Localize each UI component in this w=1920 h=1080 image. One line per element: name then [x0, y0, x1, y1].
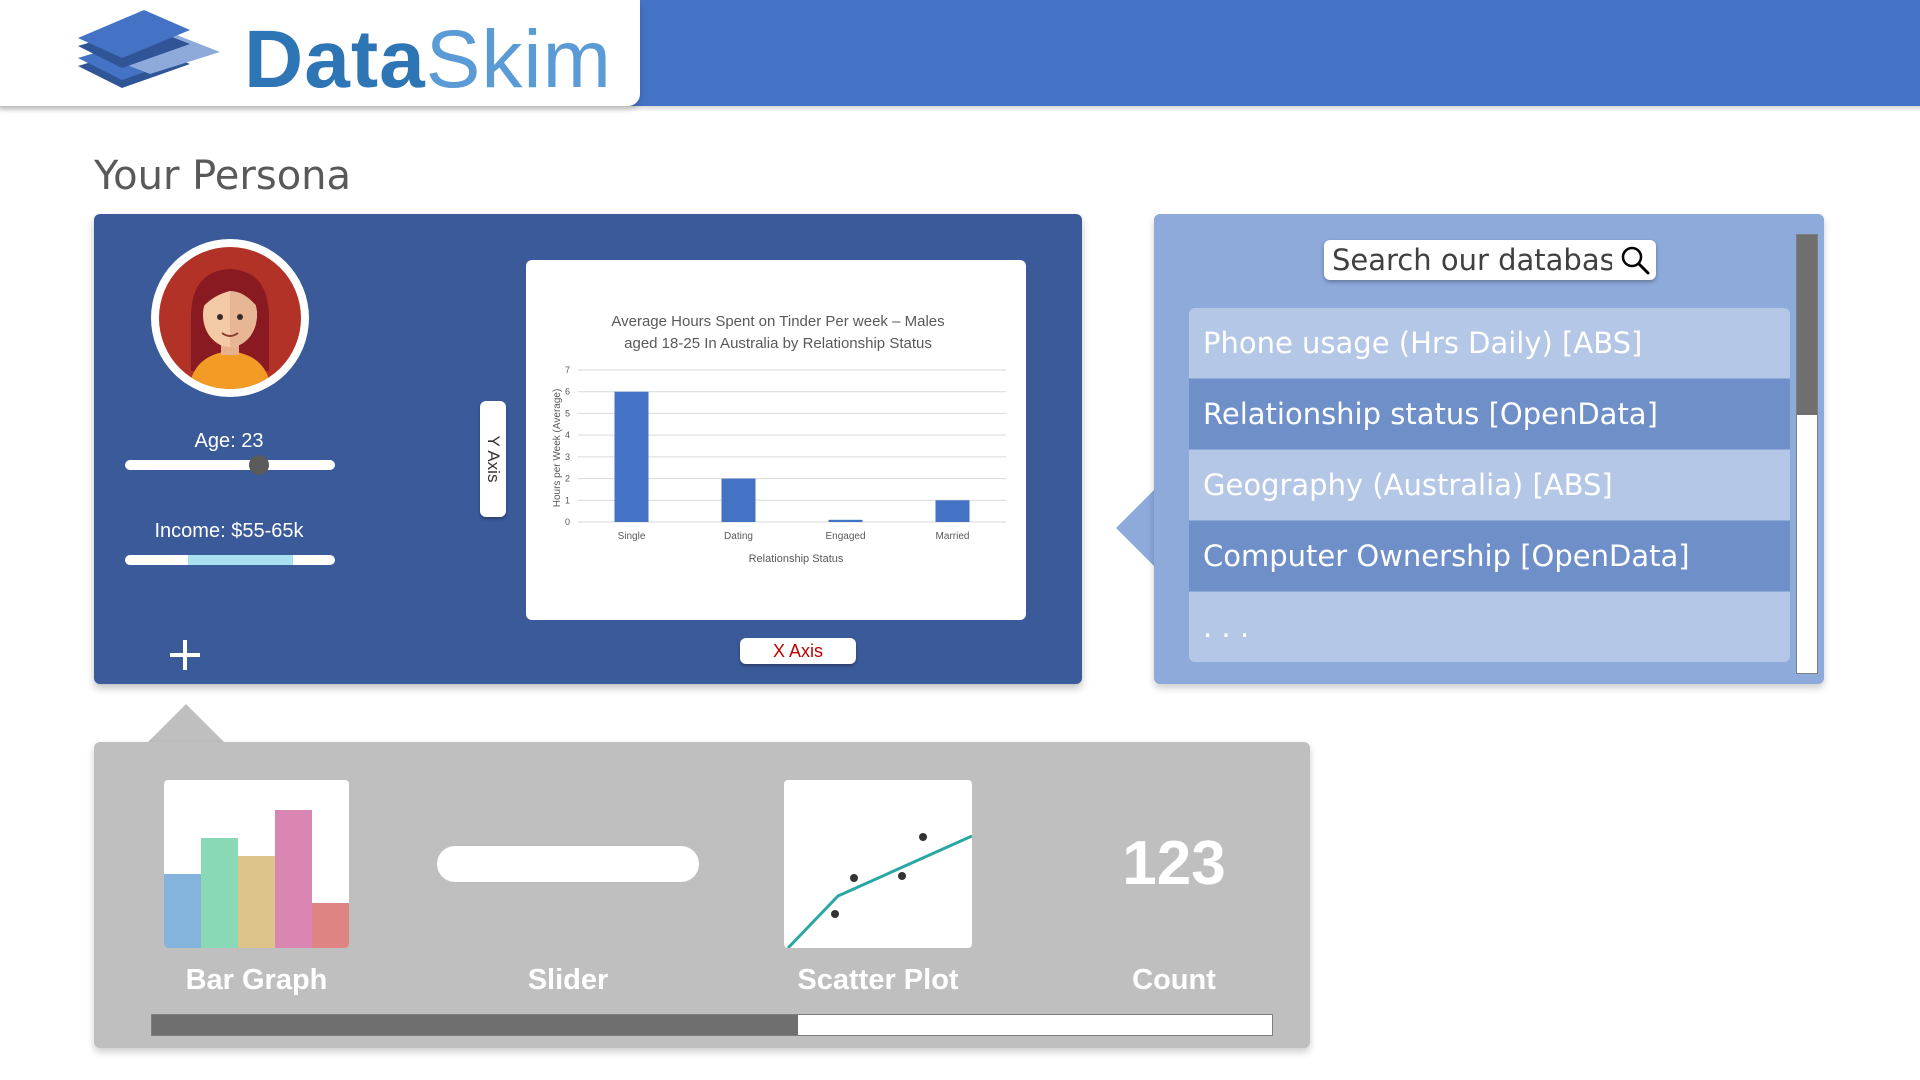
scatter-plot-widget-graphic [786, 833, 972, 948]
age-slider-handle[interactable] [249, 455, 270, 475]
slider-widget-label: Slider [527, 964, 609, 996]
chart-card: Average Hours Spent on Tinder Per week –… [526, 260, 1026, 620]
bar-graph-widget-bar [275, 810, 312, 948]
chart-y-axis-label: Hours per Week (Average) [552, 389, 563, 508]
palette-pointer [148, 704, 224, 742]
chart-y-tick-label: 1 [565, 495, 570, 505]
chart-x-tick-label: Married [936, 531, 970, 542]
palette-scrollbar[interactable] [151, 1014, 1273, 1036]
list-item[interactable]: Phone usage (Hrs Daily) [ABS] [1189, 308, 1790, 378]
chart-x-tick-label: Single [618, 531, 646, 542]
palette-scrollbar-thumb[interactable] [152, 1015, 798, 1035]
chart-bar [614, 391, 649, 522]
chart-y-tick-label: 3 [565, 452, 570, 462]
list-item-more[interactable]: . . . [1189, 592, 1790, 662]
chart-y-tick-label: 0 [565, 517, 570, 527]
search-scrollbar-thumb[interactable] [1797, 235, 1817, 415]
chart-title-line-2: aged 18-25 In Australia by Relationship … [624, 335, 932, 352]
logo-panel[interactable]: DataSkim [0, 0, 640, 106]
y-axis-button-label: Y Axis [484, 435, 503, 483]
widget-palette: Bar Graph Slider Scatter Plot 123 Count [94, 742, 1310, 1048]
search-panel-pointer [1116, 488, 1156, 568]
bar-graph-widget-label: Bar Graph [185, 964, 328, 996]
bar-graph-widget-bar [312, 903, 349, 948]
chart-title-line-1: Average Hours Spent on Tinder Per week –… [611, 313, 944, 330]
logo-text-bold: Data [244, 14, 426, 105]
chart-bar [721, 478, 756, 522]
bar-graph-widget[interactable] [164, 780, 349, 948]
magnifier-icon[interactable] [1620, 245, 1650, 275]
chart-y-tick-label: 2 [565, 474, 570, 484]
scatter-plot-widget-label: Scatter Plot [797, 964, 959, 996]
logo-text: DataSkim [244, 10, 612, 110]
chart-y-tick-label: 7 [565, 365, 570, 375]
y-axis-button[interactable]: Y Axis [480, 401, 506, 517]
page-title: Your Persona [94, 153, 352, 199]
scatter-plot-widget[interactable] [784, 780, 972, 948]
x-axis-button[interactable]: X Axis [740, 638, 856, 664]
age-slider-label: Age: 23 [194, 430, 264, 452]
income-range-selection[interactable] [188, 555, 293, 565]
chart-y-tick-label: 5 [565, 408, 570, 418]
slider-widget[interactable] [437, 846, 699, 882]
list-item[interactable]: Computer Ownership [OpenData] [1189, 521, 1790, 591]
search-panel: Phone usage (Hrs Daily) [ABS] Relationsh… [1154, 214, 1824, 684]
bar-graph-widget-bar [201, 838, 238, 948]
count-widget[interactable]: 123 [1094, 828, 1254, 899]
female-avatar-icon [189, 269, 271, 389]
chart-bar [935, 500, 970, 522]
logo-text-light: Skim [425, 14, 612, 105]
search-box[interactable] [1324, 240, 1656, 280]
chart-x-axis-label: Relationship Status [749, 553, 844, 565]
avatar[interactable] [151, 239, 309, 397]
database-list: Phone usage (Hrs Daily) [ABS] Relationsh… [1189, 308, 1790, 663]
chart-y-tick-label: 6 [565, 387, 570, 397]
income-slider-label: Income: $55-65k [154, 520, 304, 542]
bar-chart: Average Hours Spent on Tinder Per week –… [552, 313, 1006, 565]
list-item[interactable]: Relationship status [OpenData] [1189, 379, 1790, 449]
income-range-slider[interactable] [125, 555, 335, 565]
search-scrollbar[interactable] [1796, 234, 1818, 674]
chart-x-tick-label: Dating [724, 531, 753, 542]
plus-icon[interactable] [168, 638, 202, 672]
persona-panel: Age: 23 Income: $55-65k Y Axis Average H… [94, 214, 1082, 684]
list-item[interactable]: Geography (Australia) [ABS] [1189, 450, 1790, 520]
search-input[interactable] [1332, 240, 1612, 280]
chart-y-tick-label: 4 [565, 430, 570, 440]
stacked-layers-icon [78, 10, 220, 88]
age-slider[interactable] [125, 455, 335, 475]
chart-bar [828, 519, 863, 522]
bar-graph-widget-bar [238, 856, 275, 948]
bar-graph-widget-bar [164, 874, 201, 948]
chart-x-tick-label: Engaged [825, 531, 865, 542]
count-widget-label: Count [1132, 964, 1216, 996]
avatar-background [159, 247, 301, 389]
